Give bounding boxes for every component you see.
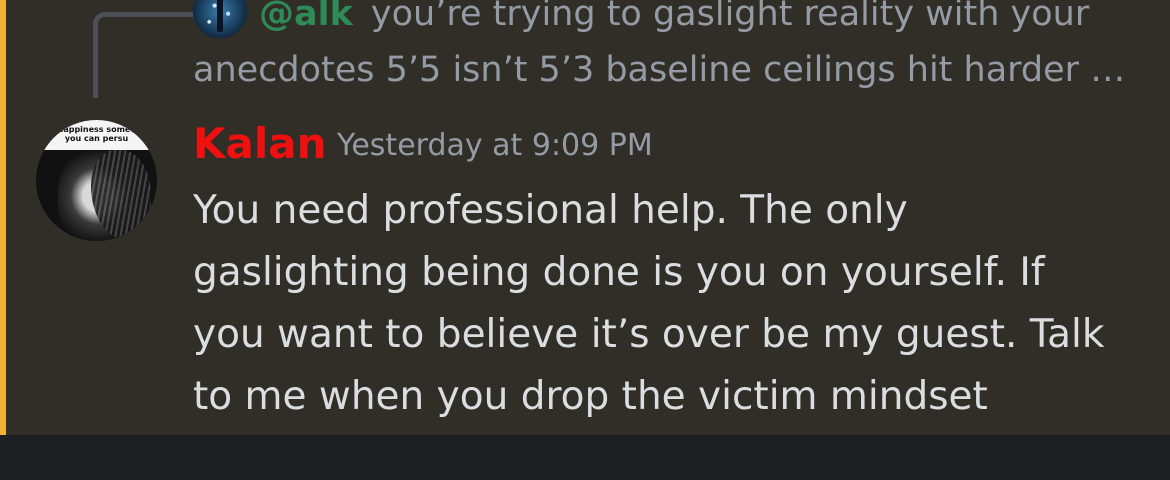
tree-icon — [217, 0, 223, 32]
reply-connector-line — [93, 12, 193, 98]
reply-preview-first-line[interactable]: @alk you’re trying to gaslight reality wi… — [259, 0, 1089, 40]
message-line: gaslighting being done is you on yoursel… — [193, 250, 1045, 295]
message-container: @alk you’re trying to gaslight reality wi… — [0, 0, 1170, 435]
mention-highlight-bar — [0, 0, 6, 435]
message-line: you want to believe it’s over be my gues… — [193, 312, 1105, 357]
avatar-caption: use happiness something you can persu — [36, 120, 157, 150]
message-line: You need professional help. The only — [193, 188, 908, 233]
bottom-bar — [0, 435, 1170, 480]
reply-preview-second-line[interactable]: anecdotes 5’5 isn’t 5’3 baseline ceiling… — [193, 44, 1125, 96]
author-avatar[interactable]: use happiness something you can persu — [36, 120, 157, 241]
reply-author-avatar[interactable] — [193, 0, 247, 38]
message-timestamp: Yesterday at 9:09 PM — [337, 128, 653, 163]
reply-mention[interactable]: @alk — [259, 0, 353, 34]
message-line: to me when you drop the victim mindset — [193, 374, 988, 419]
message-author-name[interactable]: Kalan — [193, 116, 327, 172]
reply-preview-text-1: you’re trying to gaslight reality with y… — [370, 0, 1090, 34]
message-body: You need professional help. The only gas… — [193, 180, 1143, 428]
